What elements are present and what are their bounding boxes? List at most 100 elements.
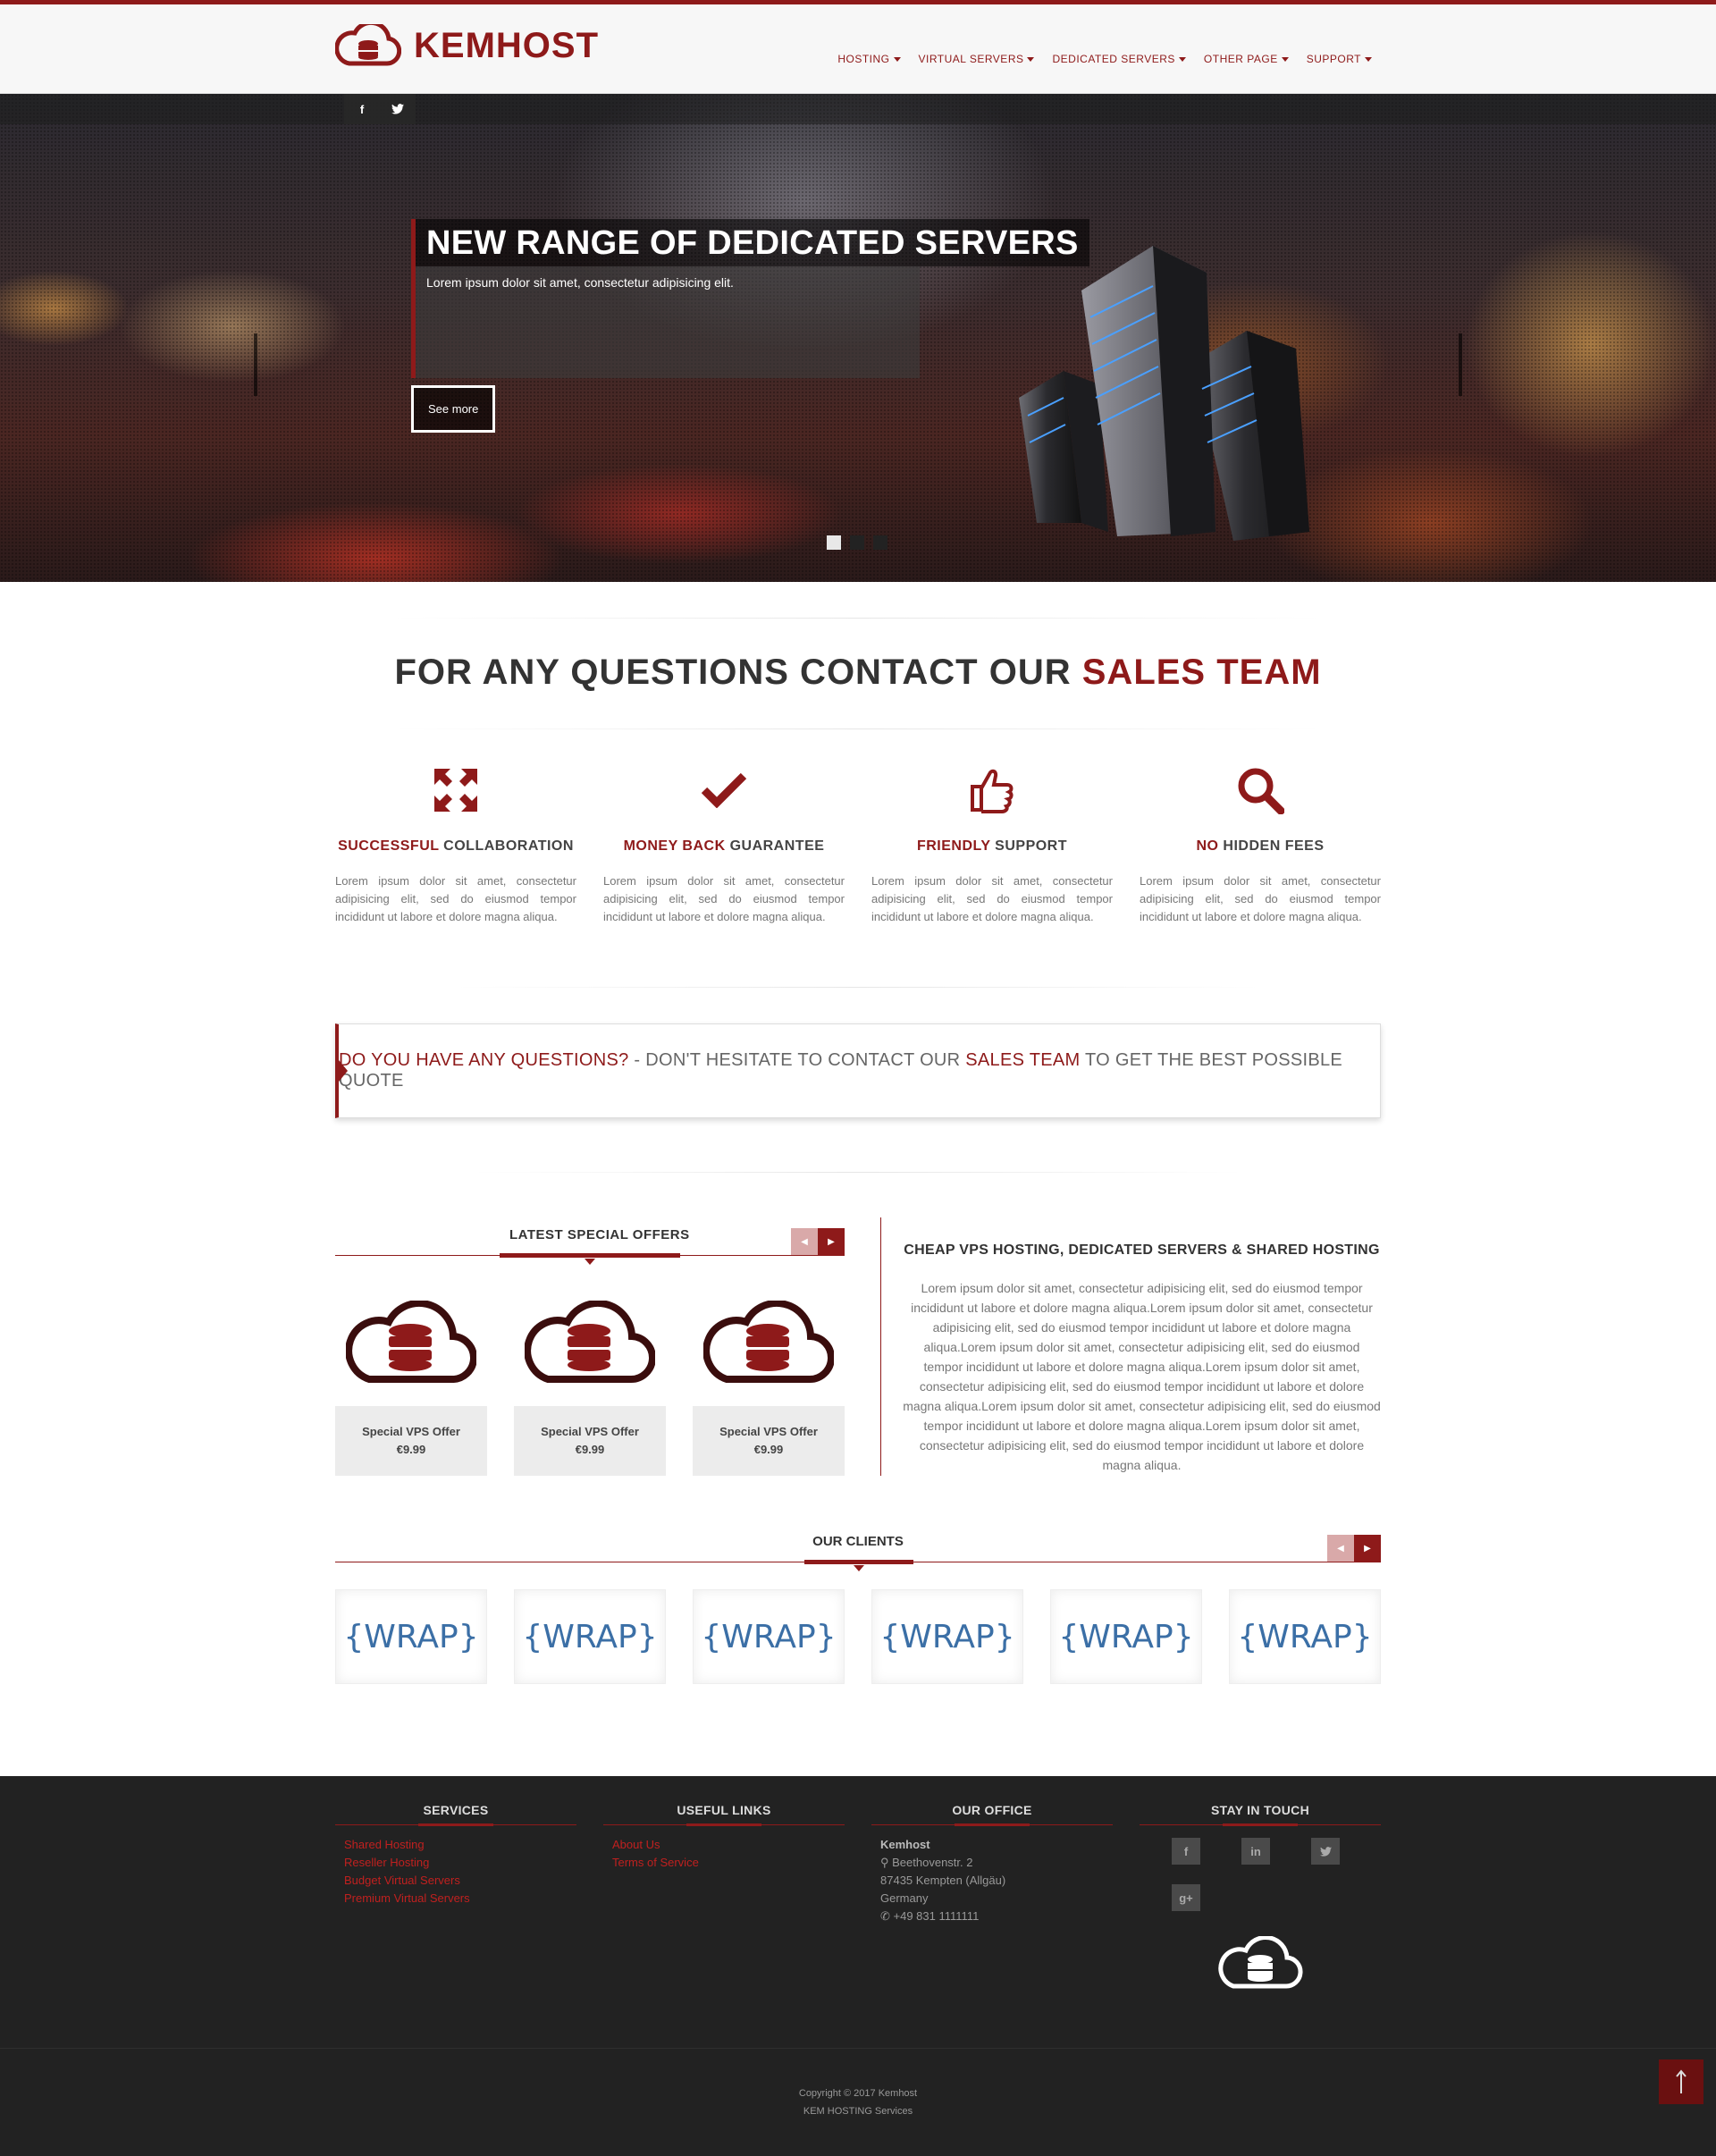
footer-heading-text: OUR OFFICE bbox=[952, 1803, 1032, 1817]
offer-price: €9.99 bbox=[575, 1443, 605, 1456]
hero-description: Lorem ipsum dolor sit amet, consectetur … bbox=[411, 266, 920, 378]
footer-link[interactable]: Premium Virtual Servers bbox=[344, 1890, 568, 1908]
carousel-next-button[interactable]: ▶ bbox=[818, 1228, 845, 1255]
offer-card[interactable]: Special VPS Offer €9.99 bbox=[335, 1406, 487, 1476]
callout-text: DO YOU HAVE ANY QUESTIONS? - DON'T HESIT… bbox=[339, 1050, 1380, 1091]
footer-link[interactable]: Reseller Hosting bbox=[344, 1854, 568, 1872]
divider bbox=[456, 987, 1260, 988]
footer-links: Shared Hosting Reseller Hosting Budget V… bbox=[335, 1825, 576, 1918]
nav-label: DEDICATED SERVERS bbox=[1052, 53, 1175, 65]
footer-link[interactable]: About Us bbox=[612, 1836, 836, 1854]
office-city: 87435 Kempten (Allgäu) bbox=[880, 1874, 1006, 1887]
callout-sales-team: SALES TEAM bbox=[965, 1050, 1081, 1070]
clients-carousel-controls: ◀ ▶ bbox=[1327, 1535, 1381, 1562]
footer-tagline: KEM HOSTING Services bbox=[803, 2106, 913, 2117]
footer-bottom: Copyright © 2017 Kemhost KEM HOSTING Ser… bbox=[0, 2048, 1716, 2120]
footer-link[interactable]: Terms of Service bbox=[612, 1854, 836, 1872]
carousel-prev-button[interactable]: ◀ bbox=[1327, 1535, 1354, 1562]
carousel-next-button[interactable]: ▶ bbox=[1354, 1535, 1381, 1562]
feature-title-rest: GUARANTEE bbox=[725, 838, 825, 854]
cloud-database-icon bbox=[335, 1299, 487, 1388]
facebook-icon[interactable]: f bbox=[1172, 1838, 1200, 1865]
chevron-down-icon bbox=[1027, 56, 1035, 62]
nav-label: VIRTUAL SERVERS bbox=[918, 53, 1024, 65]
see-more-button[interactable]: See more bbox=[411, 385, 496, 433]
site-footer: SERVICES Shared Hosting Reseller Hosting… bbox=[0, 1776, 1716, 2156]
nav-item-other-page[interactable]: OTHER PAGE bbox=[1204, 53, 1289, 65]
hero-title: NEW RANGE OF DEDICATED SERVERS bbox=[411, 219, 1089, 266]
offer-item: Special VPS Offer €9.99 bbox=[514, 1299, 666, 1476]
offer-card[interactable]: Special VPS Offer €9.99 bbox=[514, 1406, 666, 1476]
heading-underline bbox=[500, 1253, 680, 1258]
footer-heading-text: STAY IN TOUCH bbox=[1211, 1803, 1309, 1817]
cta-heading-prefix: FOR ANY QUESTIONS CONTACT OUR bbox=[394, 653, 1072, 692]
chevron-down-icon bbox=[1281, 56, 1289, 62]
divider bbox=[393, 728, 1323, 729]
footer-link[interactable]: Shared Hosting bbox=[344, 1836, 568, 1854]
phone-icon: ✆ bbox=[880, 1909, 894, 1923]
client-logo[interactable]: {WRAP} bbox=[1229, 1589, 1381, 1684]
carousel-prev-button[interactable]: ◀ bbox=[791, 1228, 818, 1255]
about-section: CHEAP VPS HOSTING, DEDICATED SERVERS & S… bbox=[880, 1217, 1381, 1476]
check-icon bbox=[603, 763, 845, 817]
client-logo[interactable]: {WRAP} bbox=[1050, 1589, 1202, 1684]
slider-next-arrow[interactable] bbox=[1459, 333, 1462, 396]
footer-logo bbox=[1140, 1934, 1381, 1996]
footer-heading-text: USEFUL LINKS bbox=[677, 1803, 771, 1817]
office-street-line: ⚲ Beethovenstr. 2 bbox=[880, 1854, 1104, 1872]
feature-title: SUCCESSFUL COLLABORATION bbox=[335, 838, 576, 855]
offer-card[interactable]: Special VPS Offer €9.99 bbox=[693, 1406, 845, 1476]
nav-item-virtual-servers[interactable]: VIRTUAL SERVERS bbox=[919, 53, 1035, 65]
map-marker-icon: ⚲ bbox=[880, 1856, 893, 1869]
client-logo[interactable]: {WRAP} bbox=[871, 1589, 1023, 1684]
slider-dot[interactable] bbox=[873, 535, 887, 550]
heading-underline bbox=[804, 1560, 913, 1564]
clients-header: OUR CLIENTS ◀ ▶ bbox=[335, 1526, 1381, 1571]
feature-title: FRIENDLY SUPPORT bbox=[871, 838, 1113, 855]
hero-top-band bbox=[0, 94, 1716, 124]
client-logo[interactable]: {WRAP} bbox=[693, 1589, 845, 1684]
nav-item-hosting[interactable]: HOSTING bbox=[837, 53, 901, 65]
main-content: FOR ANY QUESTIONS CONTACT OUR SALES TEAM… bbox=[335, 618, 1381, 1684]
nav-label: OTHER PAGE bbox=[1203, 53, 1278, 65]
footer-useful-links: USEFUL LINKS About Us Terms of Service bbox=[603, 1803, 845, 1996]
cloud-database-icon bbox=[693, 1299, 845, 1388]
client-logo[interactable]: {WRAP} bbox=[335, 1589, 487, 1684]
slider-prev-arrow[interactable] bbox=[254, 333, 257, 396]
offers-heading: LATEST SPECIAL OFFERS bbox=[509, 1227, 690, 1242]
contact-callout[interactable]: DO YOU HAVE ANY QUESTIONS? - DON'T HESIT… bbox=[335, 1023, 1381, 1118]
logo[interactable]: KEMHOST bbox=[335, 24, 599, 67]
nav-item-dedicated-servers[interactable]: DEDICATED SERVERS bbox=[1052, 53, 1186, 65]
search-icon bbox=[1140, 763, 1381, 817]
nav-label: HOSTING bbox=[837, 53, 890, 65]
slider-dot[interactable] bbox=[827, 535, 841, 550]
office-phone-line: ✆ +49 831 1111111 bbox=[880, 1908, 1104, 1925]
office-name: Kemhost bbox=[880, 1838, 930, 1851]
feature-title-accent: SUCCESSFUL bbox=[338, 838, 440, 854]
offers-header: LATEST SPECIAL OFFERS ◀ ▶ bbox=[335, 1217, 845, 1265]
slider-dot[interactable] bbox=[850, 535, 864, 550]
twitter-icon[interactable] bbox=[1311, 1838, 1340, 1865]
linkedin-icon[interactable]: in bbox=[1241, 1838, 1270, 1865]
offer-price: €9.99 bbox=[753, 1443, 784, 1456]
feature-title-rest: COLLABORATION bbox=[439, 838, 574, 854]
twitter-icon[interactable] bbox=[380, 94, 416, 124]
footer-heading: USEFUL LINKS bbox=[603, 1803, 845, 1826]
cloud-database-logo-icon bbox=[335, 24, 401, 66]
nav-item-support[interactable]: SUPPORT bbox=[1307, 53, 1372, 65]
client-logo[interactable]: {WRAP} bbox=[514, 1589, 666, 1684]
google-plus-icon[interactable]: g+ bbox=[1172, 1884, 1200, 1911]
footer-heading: SERVICES bbox=[335, 1803, 576, 1826]
heading-underline bbox=[1223, 1823, 1298, 1826]
footer-links: About Us Terms of Service bbox=[603, 1825, 845, 1882]
heading-pointer bbox=[854, 1565, 864, 1571]
offer-item: Special VPS Offer €9.99 bbox=[335, 1299, 487, 1476]
clients-heading: OUR CLIENTS bbox=[812, 1534, 904, 1549]
office-street: Beethovenstr. 2 bbox=[892, 1856, 973, 1869]
server-tower-image bbox=[1019, 246, 1309, 541]
footer-office: OUR OFFICE Kemhost ⚲ Beethovenstr. 2 874… bbox=[871, 1803, 1113, 1996]
facebook-icon[interactable]: f bbox=[344, 94, 380, 124]
footer-link[interactable]: Budget Virtual Servers bbox=[344, 1872, 568, 1890]
feature-text: Lorem ipsum dolor sit amet, consectetur … bbox=[603, 874, 845, 923]
scroll-to-top-button[interactable] bbox=[1659, 2059, 1703, 2104]
